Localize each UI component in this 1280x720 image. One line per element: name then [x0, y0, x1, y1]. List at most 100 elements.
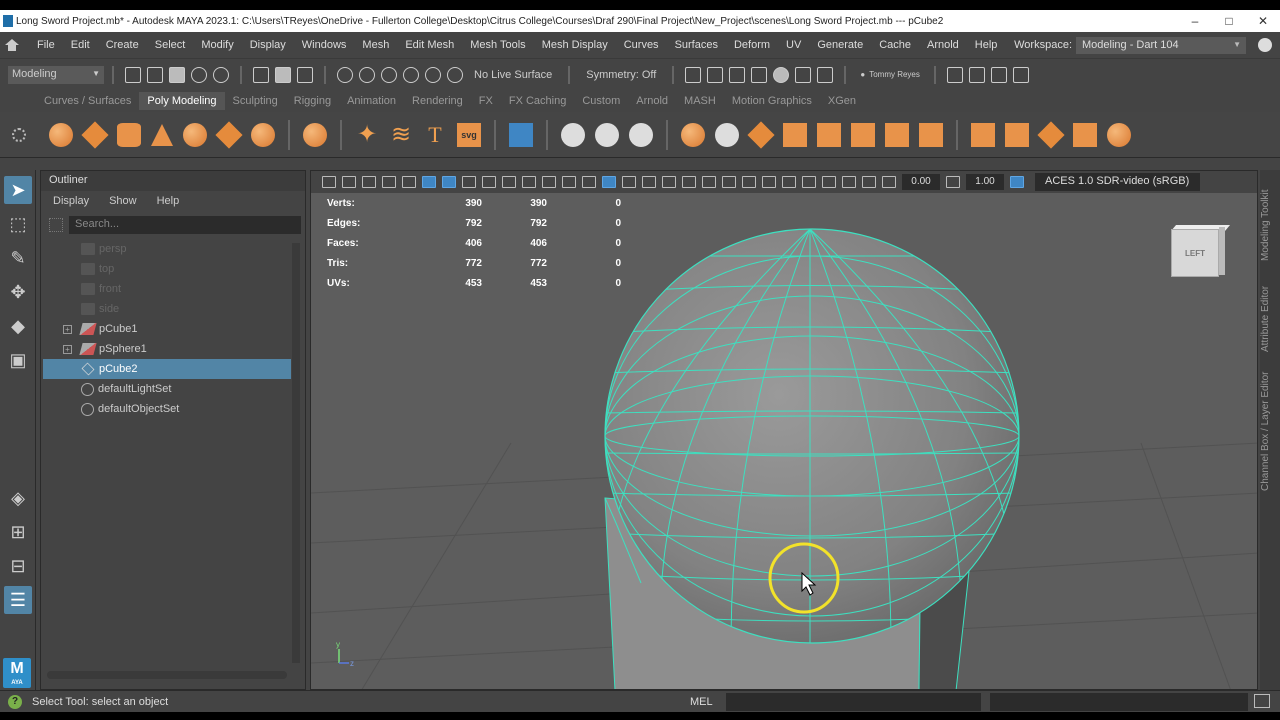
- menu-help[interactable]: Help: [967, 39, 1006, 51]
- script-language-toggle[interactable]: MEL: [690, 696, 713, 708]
- outliner-horizontal-scrollbar[interactable]: [47, 671, 287, 679]
- new-scene-icon[interactable]: [125, 66, 141, 83]
- super-shape-icon[interactable]: ✦: [355, 122, 379, 147]
- command-line-input[interactable]: [726, 693, 981, 711]
- menu-file[interactable]: File: [29, 39, 63, 51]
- combine-icon[interactable]: [715, 122, 739, 147]
- svg-icon[interactable]: svg: [457, 122, 481, 147]
- tab-fx[interactable]: FX: [471, 92, 501, 110]
- menu-windows[interactable]: Windows: [294, 39, 355, 51]
- viewport-scene[interactable]: y z Verts: 390 390 0 Edges: 792 792 0 Fa…: [311, 193, 1257, 689]
- safe-title-icon[interactable]: [562, 176, 576, 188]
- gate-mask-icon[interactable]: [502, 176, 516, 188]
- scale-tool-icon[interactable]: ▣: [4, 346, 32, 374]
- delete-history-icon[interactable]: [595, 122, 619, 147]
- menu-modify[interactable]: Modify: [193, 39, 241, 51]
- menu-select[interactable]: Select: [147, 39, 194, 51]
- tab-poly-modeling[interactable]: Poly Modeling: [139, 92, 225, 110]
- camera-select-icon[interactable]: [322, 176, 336, 188]
- safe-action-icon[interactable]: [542, 176, 556, 188]
- view-cube-left-face[interactable]: LEFT: [1171, 229, 1219, 277]
- exposure-icon[interactable]: [882, 176, 896, 188]
- live-surface-field[interactable]: No Live Surface: [474, 69, 552, 81]
- film-gate-icon[interactable]: [462, 176, 476, 188]
- camera-attributes-icon[interactable]: [342, 176, 356, 188]
- two-d-pan-icon[interactable]: [402, 176, 416, 188]
- undo-icon[interactable]: [191, 66, 207, 83]
- bevel-icon[interactable]: [817, 122, 841, 147]
- outliner-item-defaultlightset[interactable]: defaultLightSet: [43, 379, 291, 399]
- menu-deform[interactable]: Deform: [726, 39, 778, 51]
- menu-arnold[interactable]: Arnold: [919, 39, 967, 51]
- image-plane-icon[interactable]: [382, 176, 396, 188]
- snap-point-icon[interactable]: [381, 66, 397, 83]
- wireframe-icon[interactable]: [582, 176, 596, 188]
- target-weld-icon[interactable]: [1005, 122, 1029, 147]
- motion-blur-icon[interactable]: [742, 176, 756, 188]
- outliner-item-pcube1[interactable]: + pCube1: [43, 319, 291, 339]
- separate-icon[interactable]: [747, 120, 775, 149]
- menu-mesh[interactable]: Mesh: [354, 39, 397, 51]
- multi-cut-icon[interactable]: [971, 122, 995, 147]
- outliner-menu-display[interactable]: Display: [53, 195, 89, 207]
- center-pivot-icon[interactable]: [561, 122, 585, 147]
- ipr-render-icon[interactable]: [729, 66, 746, 83]
- select-tool-icon[interactable]: ➤: [4, 176, 32, 204]
- outliner-item-top[interactable]: top: [43, 259, 291, 279]
- outliner-item-pcube2[interactable]: pCube2: [43, 359, 291, 379]
- menu-scroll-icon[interactable]: [1258, 38, 1272, 52]
- smooth-shade-icon[interactable]: [602, 176, 616, 188]
- ambient-occlusion-icon[interactable]: [722, 176, 736, 188]
- minimize-button[interactable]: –: [1178, 14, 1212, 28]
- poly-plane-icon[interactable]: [215, 120, 243, 149]
- snap-grid-icon[interactable]: [337, 66, 353, 83]
- view-cube[interactable]: LEFT: [1169, 225, 1231, 281]
- poly-cylinder-icon[interactable]: [117, 122, 141, 147]
- snap-live-icon[interactable]: [425, 66, 441, 83]
- outliner-tab[interactable]: Outliner: [41, 171, 305, 191]
- bridge-icon[interactable]: [885, 122, 909, 147]
- poly-type-icon[interactable]: T: [423, 122, 447, 147]
- menu-mesh-display[interactable]: Mesh Display: [534, 39, 616, 51]
- menu-create[interactable]: Create: [98, 39, 147, 51]
- attribute-editor-icon[interactable]: [968, 66, 985, 83]
- select-object-icon[interactable]: [275, 66, 291, 83]
- outliner-layout-icon[interactable]: ☰: [4, 586, 32, 614]
- gamma-icon[interactable]: [946, 176, 960, 188]
- menu-cache[interactable]: Cache: [871, 39, 919, 51]
- bookmark-icon[interactable]: [362, 176, 376, 188]
- isolate-select-icon[interactable]: [802, 176, 816, 188]
- freeze-transform-icon[interactable]: [629, 122, 653, 147]
- outliner-item-side[interactable]: side: [43, 299, 291, 319]
- menu-mesh-tools[interactable]: Mesh Tools: [462, 39, 533, 51]
- shelf-settings-gear-icon[interactable]: [12, 127, 26, 142]
- tab-arnold[interactable]: Arnold: [628, 92, 676, 110]
- channel-box-icon[interactable]: [1012, 66, 1029, 83]
- tab-attribute-editor[interactable]: Attribute Editor: [1260, 274, 1280, 364]
- select-component-icon[interactable]: [297, 66, 313, 83]
- symmetry-dropdown[interactable]: Symmetry: Off: [586, 69, 656, 81]
- gamma-field[interactable]: 1.00: [966, 174, 1004, 190]
- menu-curves[interactable]: Curves: [616, 39, 667, 51]
- view-transform-dropdown[interactable]: ACES 1.0 SDR-video (sRGB): [1035, 173, 1200, 191]
- menu-surfaces[interactable]: Surfaces: [667, 39, 726, 51]
- poly-disc-icon[interactable]: [251, 122, 275, 147]
- tool-settings-icon[interactable]: [990, 66, 1007, 83]
- open-scene-icon[interactable]: [147, 66, 163, 83]
- wireframe-on-shaded-icon[interactable]: [642, 176, 656, 188]
- poly-cone-icon[interactable]: [151, 123, 173, 146]
- workspace-dropdown[interactable]: Modeling - Dart 104: [1076, 36, 1246, 54]
- outliner-item-persp[interactable]: persp: [43, 239, 291, 259]
- menu-generate[interactable]: Generate: [809, 39, 871, 51]
- render-settings-icon[interactable]: [751, 66, 768, 83]
- outliner-menu-show[interactable]: Show: [109, 195, 137, 207]
- home-icon[interactable]: [5, 39, 19, 51]
- tab-custom[interactable]: Custom: [574, 92, 628, 110]
- snap-view-plane-icon[interactable]: [403, 66, 419, 83]
- two-view-layout-icon[interactable]: ⊟: [4, 552, 32, 580]
- render-view-icon[interactable]: [685, 66, 702, 83]
- poly-cube-icon[interactable]: [81, 120, 109, 149]
- grease-pencil-icon[interactable]: [422, 176, 436, 188]
- outliner-menu-help[interactable]: Help: [157, 195, 180, 207]
- menu-display[interactable]: Display: [242, 39, 294, 51]
